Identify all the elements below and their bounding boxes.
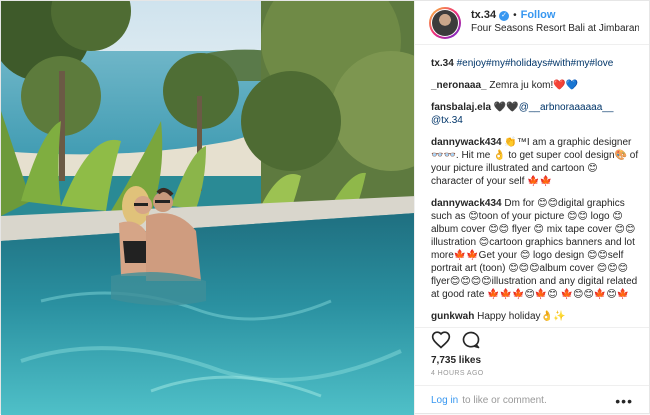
comment-bubble-icon[interactable] bbox=[461, 330, 481, 350]
comment-item: gunkwah Happy holiday👌✨ bbox=[431, 310, 641, 323]
profile-picture bbox=[432, 9, 458, 36]
comment-text: Dm for 😊😊digital graphics such as 😊toon … bbox=[431, 198, 638, 300]
pool-scene-image bbox=[1, 1, 414, 415]
more-options-icon[interactable]: ••• bbox=[615, 393, 633, 409]
post-actions bbox=[415, 327, 649, 351]
header-top-row: tx.34 ✓ • Follow bbox=[471, 9, 639, 23]
location-link[interactable]: Four Seasons Resort Bali at Jimbaran Bay bbox=[471, 23, 639, 36]
comment-username[interactable]: fansbalaj.ela bbox=[431, 102, 491, 113]
post-photo[interactable] bbox=[1, 1, 414, 415]
comment-username[interactable]: tx.34 bbox=[431, 58, 454, 69]
comment-username[interactable]: dannywack434 bbox=[431, 198, 502, 209]
post-header: tx.34 ✓ • Follow Four Seasons Resort Bal… bbox=[415, 1, 649, 45]
likes-count[interactable]: 7,735 likes bbox=[415, 351, 649, 368]
comment-text: Zemra ju kom!❤️💙 bbox=[489, 80, 579, 91]
instagram-post: tx.34 ✓ • Follow Four Seasons Resort Bal… bbox=[0, 0, 650, 415]
header-text: tx.34 ✓ • Follow Four Seasons Resort Bal… bbox=[471, 9, 639, 35]
post-footer: Log in to like or comment. ••• bbox=[415, 385, 649, 415]
comment-item: dannywack434 Dm for 😊😊digital graphics s… bbox=[431, 197, 641, 301]
comment-text[interactable]: #enjoy#my#holidays#with#my#love bbox=[457, 58, 614, 69]
comment-username[interactable]: gunkwah bbox=[431, 311, 474, 322]
comment-item: dannywack434 👏™I am a graphic designer 👓… bbox=[431, 136, 641, 188]
post-sidebar: tx.34 ✓ • Follow Four Seasons Resort Bal… bbox=[414, 1, 649, 415]
login-prompt-text: to like or comment. bbox=[462, 395, 547, 406]
username-link[interactable]: tx.34 bbox=[471, 9, 496, 23]
comment-item: tx.34 #enjoy#my#holidays#with#my#love bbox=[431, 57, 641, 70]
login-link[interactable]: Log in bbox=[431, 395, 458, 406]
avatar[interactable] bbox=[429, 6, 461, 39]
follow-button[interactable]: Follow bbox=[521, 9, 556, 23]
comment-username[interactable]: dannywack434 bbox=[431, 137, 502, 148]
comment-text: Happy holiday👌✨ bbox=[477, 311, 566, 322]
post-timestamp: 4 HOURS AGO bbox=[431, 370, 484, 377]
heart-icon[interactable] bbox=[431, 330, 451, 350]
comment-username[interactable]: _neronaaa_ bbox=[431, 80, 487, 91]
comment-item: _neronaaa_ Zemra ju kom!❤️💙 bbox=[431, 79, 641, 92]
header-separator: • bbox=[513, 10, 517, 21]
avatar-ring bbox=[431, 8, 459, 37]
comments-list: tx.34 #enjoy#my#holidays#with#my#love _n… bbox=[415, 45, 649, 325]
comment-item: fansbalaj.ela 🖤🖤@__arbnoraaaaaa__ @tx.34 bbox=[431, 101, 641, 127]
verified-badge-icon: ✓ bbox=[499, 11, 510, 22]
